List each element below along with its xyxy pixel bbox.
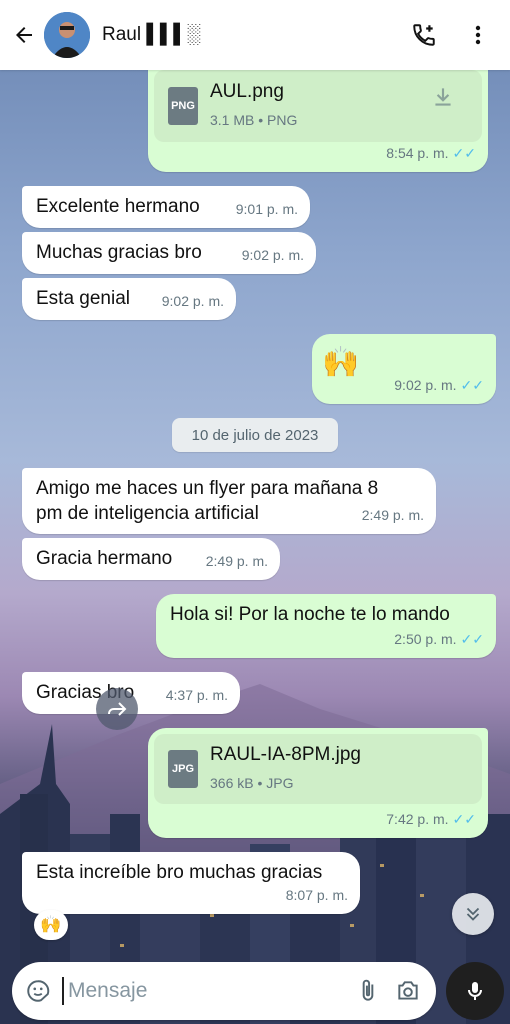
message-meta: 7:42 p. m. ✓✓ [386,807,476,832]
file-name: RAUL-IA-8PM.jpg [210,743,361,765]
sticker-button[interactable] [18,971,58,1011]
message-text: Esta increíble bro muchas gracias [36,862,323,883]
voice-message-button[interactable] [446,962,504,1020]
date-separator: 10 de julio de 2023 [172,418,338,452]
add-call-icon [413,24,435,46]
add-call-button[interactable] [404,15,444,55]
forward-icon [108,702,127,716]
avatar[interactable] [44,12,90,58]
double-check-icon: ✓✓ [452,145,476,161]
message-bubble-file[interactable]: JPG RAUL-IA-8PM.jpg 366 kB • JPG 7:42 p.… [148,728,488,838]
message-meta: 2:49 p. m. [361,507,424,523]
file-attachment[interactable]: JPG RAUL-IA-8PM.jpg 366 kB • JPG [154,734,482,804]
message-bubble[interactable]: Esta increíble bro muchas gracias 8:07 p… [22,852,360,914]
message-text: Hola si! Por la noche te lo mando [170,604,450,625]
message-bubble-emoji[interactable]: 🙌 9:02 p. m. ✓✓ [312,334,496,404]
message-meta: 9:02 p. m. ✓✓ [394,373,484,398]
camera-icon [398,981,418,1000]
chat-header: Raul ▌▌▌░ [0,0,510,70]
message-meta: 9:02 p. m. [241,247,304,263]
arrow-left-icon [16,27,32,43]
message-meta: 2:50 p. m. ✓✓ [394,627,484,652]
png-file-icon: PNG [168,87,198,125]
message-meta: 8:54 p. m. ✓✓ [386,141,476,166]
double-check-icon: ✓✓ [460,631,484,647]
message-bubble[interactable]: Amigo me haces un flyer para mañana 8 pm… [22,468,436,534]
back-button[interactable] [4,15,44,55]
message-text: Gracia hermano [36,548,173,569]
scroll-to-bottom-button[interactable] [452,893,494,935]
message-input[interactable] [62,977,348,1005]
message-text: Muchas gracias bro [36,242,202,263]
sticker-icon [27,980,50,1002]
file-size: 366 kB • JPG [210,774,294,791]
message-text-line: Amigo me haces un flyer para mañana 8 [36,478,379,499]
avatar-image [44,12,90,58]
message-reaction[interactable]: 🙌 [34,910,68,940]
message-text: Esta genial [36,288,131,309]
microphone-icon [468,982,482,1000]
message-bubble[interactable]: Esta genial 9:02 p. m. [22,278,236,320]
attach-button[interactable] [348,971,388,1011]
file-name: AUL.png [210,80,284,102]
message-meta: 9:01 p. m. [235,201,298,217]
paperclip-icon [362,979,374,1001]
message-composer [12,962,436,1020]
file-size: 3.1 MB • PNG [210,111,298,128]
message-bubble[interactable]: Excelente hermano 9:01 p. m. [22,186,310,228]
message-bubble[interactable]: Muchas gracias bro 9:02 p. m. [22,232,316,274]
forward-button[interactable] [96,688,138,730]
more-vertical-icon [475,25,481,45]
message-meta: 9:02 p. m. [161,293,224,309]
message-bubble[interactable]: Gracia hermano 2:49 p. m. [22,538,280,580]
camera-button[interactable] [388,971,428,1011]
file-attachment[interactable]: PNG AUL.png 3.1 MB • PNG [154,70,482,142]
double-check-icon: ✓✓ [452,811,476,827]
chevron-double-down-icon [466,907,480,921]
message-meta: 4:37 p. m. [165,687,228,703]
message-meta: 2:49 p. m. [205,553,268,569]
contact-name[interactable]: Raul ▌▌▌░ [102,24,404,46]
message-emoji: 🙌 [322,346,360,379]
double-check-icon: ✓✓ [460,377,484,393]
jpg-file-icon: JPG [168,750,198,788]
message-meta: 8:07 p. m. [285,887,348,903]
menu-button[interactable] [458,15,498,55]
message-bubble[interactable]: Hola si! Por la noche te lo mando 2:50 p… [156,594,496,658]
download-icon[interactable] [430,84,456,110]
message-text: Excelente hermano [36,196,200,217]
